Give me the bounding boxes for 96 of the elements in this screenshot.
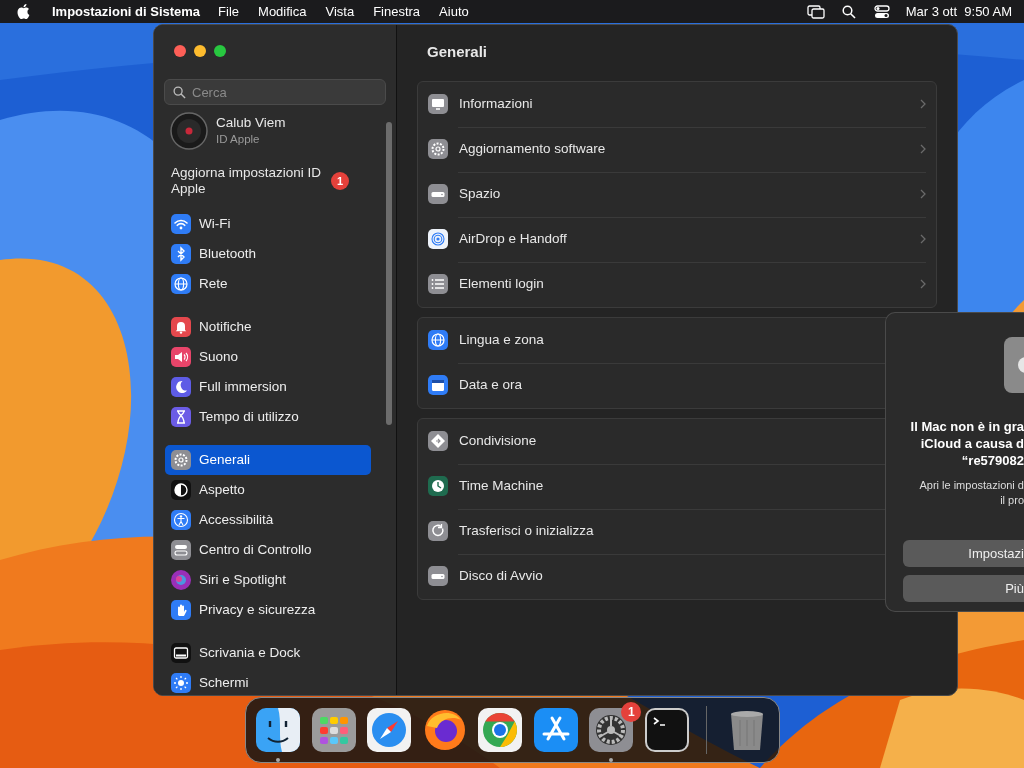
app-grid-icon[interactable] [311,708,356,752]
list-icon [428,274,448,294]
sidebar-item[interactable]: Wi-Fi [165,209,371,239]
settings-item[interactable]: Elementi login [459,273,544,295]
search-icon[interactable] [841,4,856,19]
dialog-title: “re579082 [960,452,1024,469]
update-notice[interactable]: Aggiorna impostazioni ID Apple [171,165,331,197]
screen-mirroring-icon[interactable] [806,4,825,19]
page-title: Generali [427,42,489,62]
bluetooth-icon [171,244,191,264]
calendar-icon [428,375,448,395]
scrollbar-thumb[interactable] [386,122,392,425]
search-field[interactable]: Cerca [164,79,386,105]
bell-icon [171,317,191,337]
avatar[interactable] [170,112,208,150]
compass-icon[interactable] [367,708,412,752]
gear-icon [171,450,191,470]
settings-item[interactable]: Spazio [459,183,501,205]
zoom-button[interactable] [214,45,226,57]
diamond-icon [428,431,448,451]
apple-logo-icon[interactable] [17,3,31,20]
sidebar-item[interactable]: Bluetooth [165,239,371,269]
settings-item[interactable]: Trasferisci o inizializza [459,520,594,542]
drive-icon [428,566,448,586]
chevron-icon [920,279,926,289]
sidebar-item[interactable]: Privacy e sicurezza [165,595,371,625]
sidebar-item[interactable]: Centro di Controllo [165,535,371,565]
app-menu[interactable]: Impostazioni di Sistema [52,1,201,22]
account-name[interactable]: Calub Viem [216,115,286,133]
sun-icon [171,673,191,693]
clock-icon [428,476,448,496]
settings-item[interactable]: Condivisione [459,430,537,452]
moon-icon [171,377,191,397]
sidebar-item[interactable]: Tempo di utilizzo [165,402,371,432]
sidebar-item[interactable]: Schermi [165,668,371,695]
dialog-title: iCloud a causa d [919,435,1024,452]
sidebar-item[interactable]: Scrivania e Dock [165,638,371,668]
dialog-button[interactable]: Impostazi [903,540,1024,567]
monitor-icon [428,94,448,114]
settings-item[interactable]: Informazioni [459,93,533,115]
sidebar-item[interactable]: Suono [165,342,371,372]
menu-item[interactable]: Aiuto [439,1,469,22]
orb-icon [171,570,191,590]
close-button[interactable] [174,45,186,57]
notification-badge: 1 [331,172,349,190]
reset-icon [428,521,448,541]
minimize-button[interactable] [194,45,206,57]
notification-badge: 1 [621,702,642,722]
chevron-icon [920,189,926,199]
search-icon [173,86,186,99]
fox-icon[interactable] [422,708,467,752]
globe-icon [428,330,448,350]
terminal-icon[interactable] [644,708,689,752]
chevron-icon [920,144,926,154]
dialog-message: il pro [999,493,1024,508]
chevron-icon [920,234,926,244]
airdrop-icon [428,229,448,249]
drive-icon [428,184,448,204]
settings-item[interactable]: Data e ora [459,374,523,396]
sidebar-item[interactable]: Rete [165,269,371,299]
accessibility-icon [171,510,191,530]
sidebar-item[interactable]: Full immersion [165,372,371,402]
dialog-message: Apri le impostazioni d [918,478,1024,493]
speaker-icon [171,347,191,367]
settings-item[interactable]: Lingua e zona [459,329,544,351]
menu-item[interactable]: Vista [325,1,355,22]
dialog-title: Il Mac non è in gra [909,418,1024,435]
hourglass-icon [171,407,191,427]
settings-item[interactable]: Aggiornamento software [459,138,606,160]
app-icon [1004,337,1024,393]
control-center-icon[interactable] [873,4,890,19]
contrast-icon [171,480,191,500]
app-store-icon[interactable] [533,708,578,752]
menu-item[interactable]: Modifica [258,1,307,22]
dock-icon [171,643,191,663]
sidebar-item[interactable]: Aspetto [165,475,371,505]
sidebar-item[interactable]: Siri e Spotlight [165,565,371,595]
dialog-button[interactable]: Più [903,575,1024,602]
clock[interactable]: Mar 3 ott 9:50 AM [905,1,1012,22]
menu-item[interactable]: File [218,1,240,22]
globe-icon [171,274,191,294]
wifi-icon [171,214,191,234]
sidebar-item[interactable]: Generali [165,445,371,475]
account-subtitle: ID Apple [216,132,261,147]
settings-item[interactable]: AirDrop e Handoff [459,228,567,250]
chevron-icon [920,99,926,109]
sidebar-item[interactable]: Accessibilità [165,505,371,535]
menu-item[interactable]: Finestra [373,1,421,22]
face-icon[interactable] [256,708,300,752]
hand-icon [171,600,191,620]
settings-item[interactable]: Time Machine [459,475,544,497]
sidebar-item[interactable]: Notifiche [165,312,371,342]
settings-icon[interactable] [589,708,634,752]
toggles-icon [171,540,191,560]
gear-icon [428,139,448,159]
settings-item[interactable]: Disco di Avvio [459,565,543,587]
